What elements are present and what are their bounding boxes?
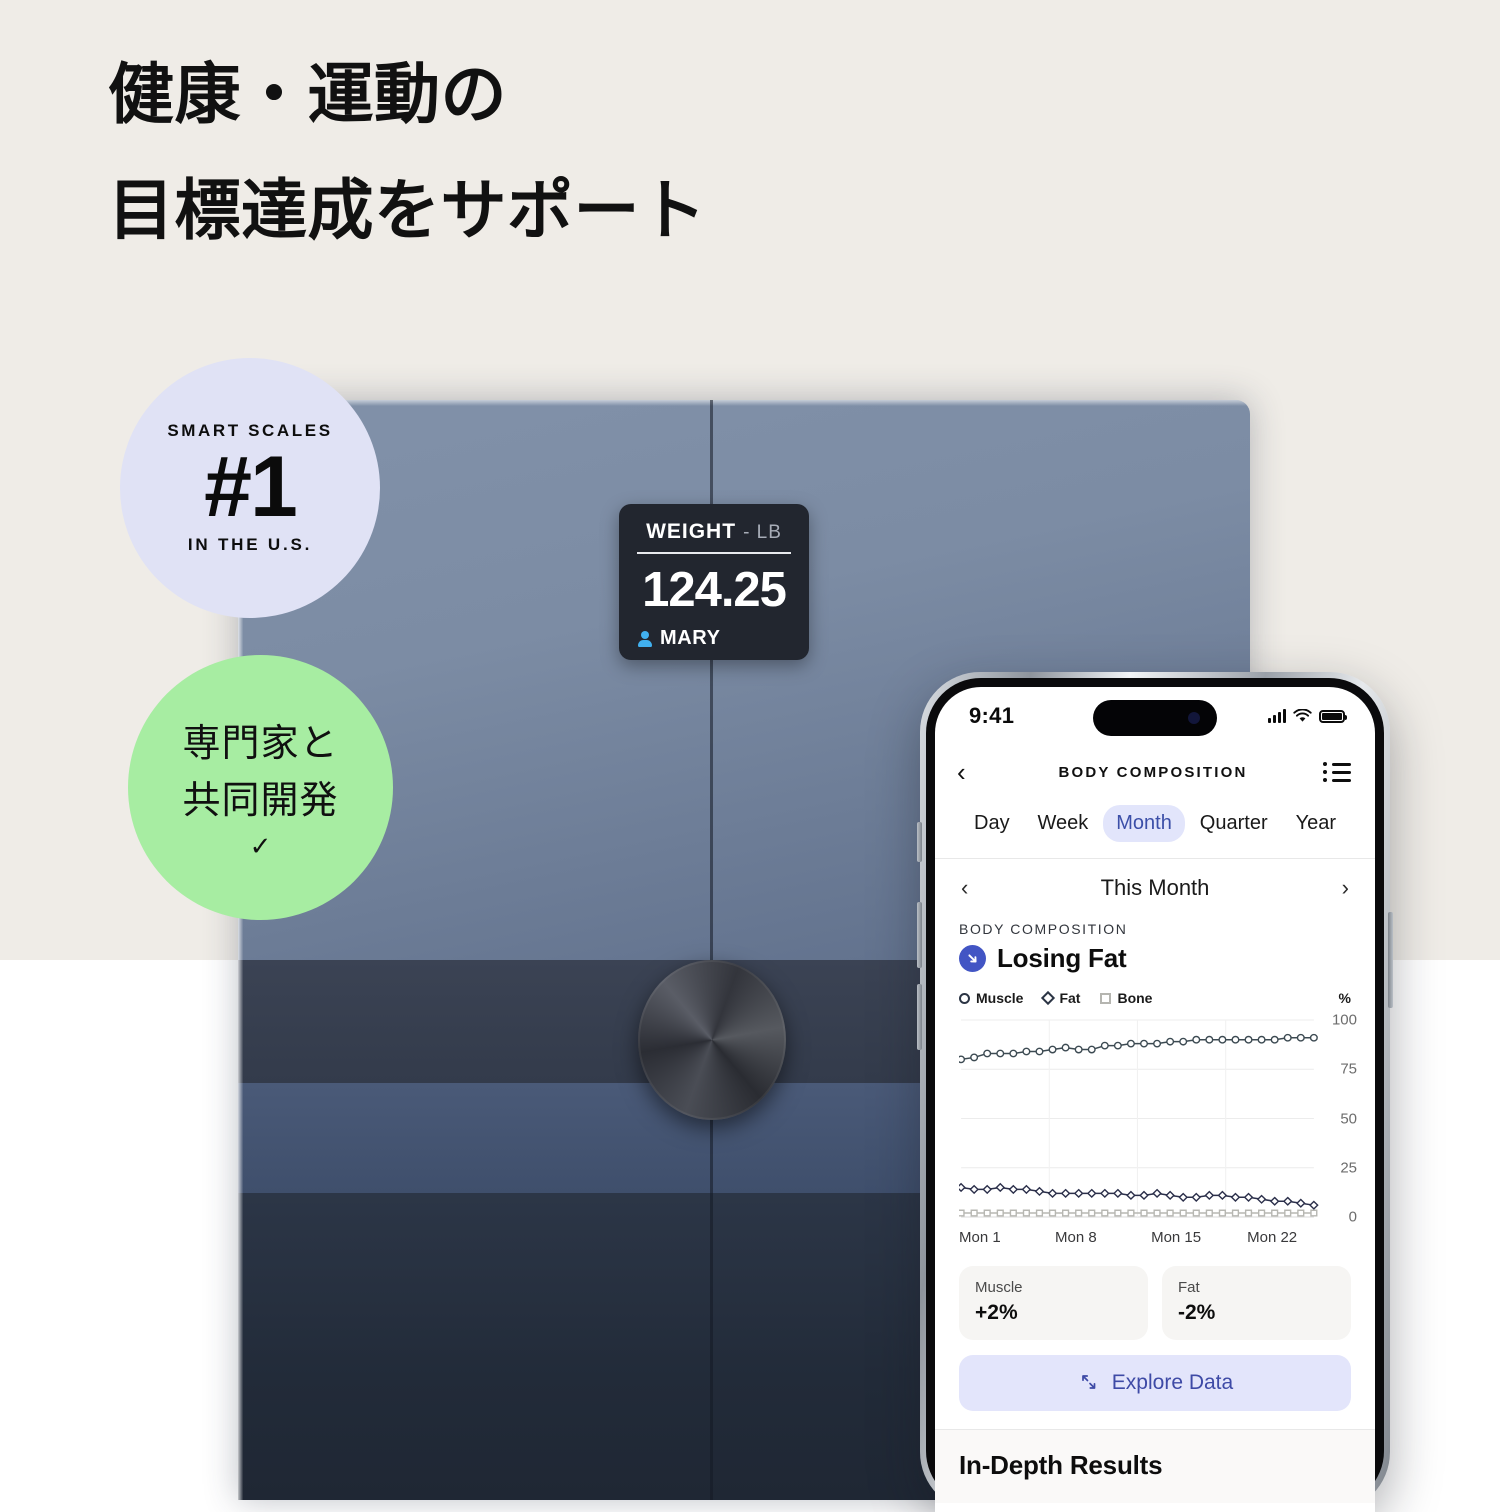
scale-top-highlight — [238, 400, 1250, 406]
arrow-down-right-icon — [959, 945, 986, 972]
wifi-icon — [1293, 709, 1312, 722]
body-composition-chart[interactable]: 0 25 50 75 100 Mon 1 Mon 8 Mon 15 Mon 22 — [959, 1012, 1357, 1252]
badge-rank-bottom-label: IN THE U.S. — [187, 534, 313, 554]
status-time: 9:41 — [969, 703, 1015, 728]
period-selector: ‹ This Month › — [935, 859, 1375, 915]
chart-y-axis-labels: 0 25 50 75 100 — [1317, 1012, 1357, 1227]
phone-volume-down-button[interactable] — [917, 984, 922, 1050]
diamond-marker-icon — [1041, 990, 1056, 1006]
app-navigation-bar: ‹ BODY COMPOSITION — [935, 745, 1375, 799]
chart-legend: Muscle Fat Bone % — [935, 974, 1375, 1006]
next-period-chevron-right-icon[interactable]: › — [1329, 877, 1349, 899]
phone-screen: 9:41 ‹ BODY COMPOSITION Day Week Month Q… — [935, 687, 1375, 1512]
prev-period-chevron-left-icon[interactable]: ‹ — [961, 877, 981, 899]
body-composition-status: Losing Fat — [997, 943, 1127, 973]
headline-line-1: 健康・運動の — [108, 57, 507, 131]
check-icon: ✓ — [249, 830, 272, 861]
dynamic-island — [1093, 700, 1217, 736]
chart-x-tick: Mon 8 — [1055, 1229, 1097, 1246]
phone-action-button[interactable] — [917, 822, 922, 862]
tab-day[interactable]: Day — [961, 805, 1023, 842]
chart-y-tick: 50 — [1340, 1110, 1357, 1127]
phone-mockup: 9:41 ‹ BODY COMPOSITION Day Week Month Q… — [917, 672, 1393, 1512]
cellular-signal-icon — [1268, 709, 1286, 723]
legend-item-fat[interactable]: Fat — [1041, 990, 1081, 1006]
tab-year[interactable]: Year — [1283, 805, 1349, 842]
stat-card-muscle[interactable]: Muscle +2% — [959, 1266, 1148, 1340]
square-marker-icon — [1100, 992, 1112, 1004]
weight-label: WEIGHT — [646, 520, 737, 543]
chart-y-tick: 0 — [1348, 1208, 1357, 1226]
period-tab-bar: Day Week Month Quarter Year — [935, 799, 1375, 858]
in-depth-results-title: In-Depth Results — [959, 1450, 1163, 1480]
stat-label-fat: Fat — [1178, 1279, 1200, 1296]
in-depth-results-section[interactable]: In-Depth Results — [935, 1430, 1375, 1503]
stat-card-fat[interactable]: Fat -2% — [1162, 1266, 1351, 1340]
legend-label-muscle: Muscle — [976, 990, 1024, 1006]
stat-label-muscle: Muscle — [975, 1279, 1023, 1296]
scale-user-row: MARY — [637, 627, 791, 650]
chart-series-group — [959, 1035, 1318, 1216]
stat-value-muscle: +2% — [975, 1301, 1018, 1324]
stat-value-fat: -2% — [1178, 1301, 1216, 1324]
expand-arrows-icon — [1081, 1375, 1096, 1389]
badge-expert-codeveloped: 専門家と 共同開発 ✓ — [128, 655, 393, 920]
list-icon[interactable] — [1322, 762, 1351, 782]
page-title: 健康・運動の 目標達成をサポート — [108, 36, 1008, 268]
person-icon — [637, 630, 653, 647]
body-composition-kicker: BODY COMPOSITION — [959, 921, 1128, 937]
body-composition-status-row: Losing Fat — [959, 943, 1351, 974]
headline-line-2: 目標達成をサポート — [108, 173, 707, 247]
status-indicators — [1268, 709, 1347, 723]
chart-unit-label: % — [1338, 990, 1351, 1006]
chart-x-tick: Mon 15 — [1151, 1229, 1202, 1246]
chart-x-axis-labels: Mon 1 Mon 8 Mon 15 Mon 22 — [959, 1229, 1351, 1251]
chart-x-tick: Mon 22 — [1247, 1229, 1298, 1246]
current-period-label: This Month — [1100, 875, 1210, 900]
legend-item-muscle[interactable]: Muscle — [959, 990, 1023, 1006]
legend-label-fat: Fat — [1059, 990, 1081, 1006]
legend-item-bone[interactable]: Bone — [1100, 990, 1152, 1006]
back-chevron-left-icon[interactable]: ‹ — [957, 759, 983, 785]
battery-icon — [1319, 709, 1347, 723]
circle-marker-icon — [959, 992, 970, 1004]
chart-y-tick: 75 — [1340, 1060, 1357, 1078]
tab-month[interactable]: Month — [1103, 805, 1185, 842]
chart-x-tick: Mon 1 — [959, 1229, 1001, 1246]
scale-dial-icon — [638, 960, 786, 1120]
tab-week[interactable]: Week — [1025, 805, 1102, 842]
front-camera-icon — [1188, 712, 1200, 724]
chart-y-tick: 25 — [1340, 1159, 1357, 1177]
scale-display-header: WEIGHT - LB — [637, 520, 791, 554]
badge-expert-line-2: 共同開発 — [182, 779, 339, 822]
scale-display-panel: WEIGHT - LB 124.25 MARY — [619, 504, 809, 660]
weight-value: 124.25 — [642, 563, 787, 617]
body-composition-section: BODY COMPOSITION Losing Fat — [935, 915, 1375, 974]
screen-title: BODY COMPOSITION — [1058, 763, 1248, 781]
legend-label-bone: Bone — [1117, 990, 1153, 1006]
badge-rank-number-one: SMART SCALES #1 IN THE U.S. — [120, 358, 380, 618]
phone-power-button[interactable] — [1388, 912, 1393, 1008]
phone-volume-up-button[interactable] — [917, 902, 922, 968]
stat-card-row: Muscle +2% Fat -2% — [935, 1252, 1375, 1340]
scale-user-name: MARY — [660, 627, 721, 649]
badge-rank-top-label: SMART SCALES — [167, 421, 333, 441]
chart-canvas — [959, 1019, 1351, 1218]
tab-quarter[interactable]: Quarter — [1187, 805, 1281, 842]
chart-y-tick: 100 — [1331, 1011, 1357, 1029]
badge-expert-line-1: 専門家と — [182, 723, 339, 766]
badge-rank-value: #1 — [204, 439, 298, 536]
explore-data-button[interactable]: Explore Data — [959, 1355, 1351, 1411]
explore-data-label: Explore Data — [1111, 1371, 1234, 1394]
weight-unit-label: - LB — [743, 522, 782, 543]
status-bar: 9:41 — [935, 687, 1375, 745]
